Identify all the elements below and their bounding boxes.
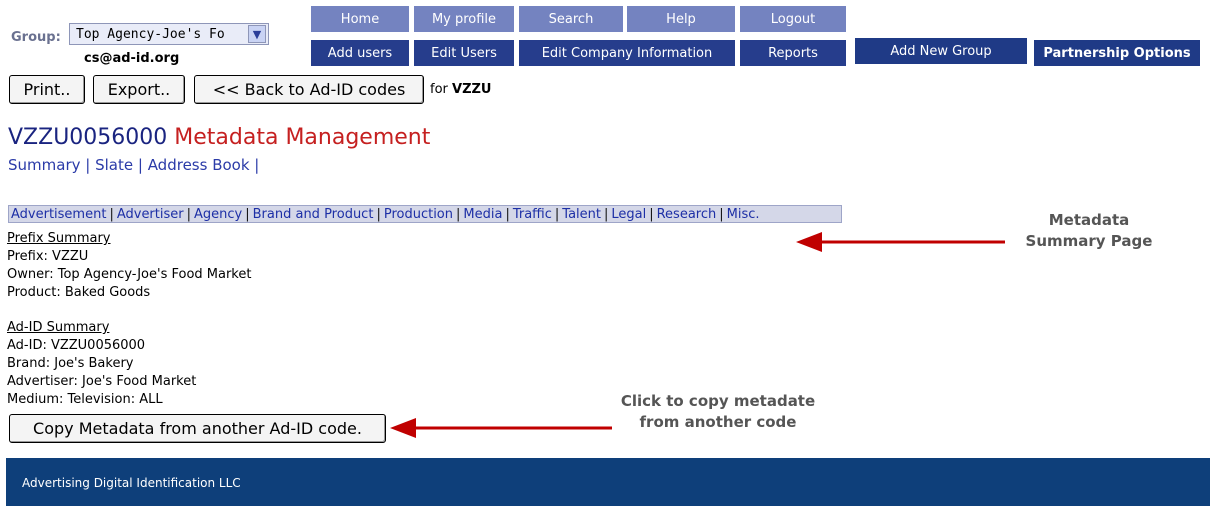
arrow-to-summary	[796, 232, 1005, 252]
arrow-to-copy-button	[390, 418, 612, 438]
footer-text: Advertising Digital Identification LLC	[22, 476, 241, 490]
annotation-arrows	[390, 232, 1005, 438]
